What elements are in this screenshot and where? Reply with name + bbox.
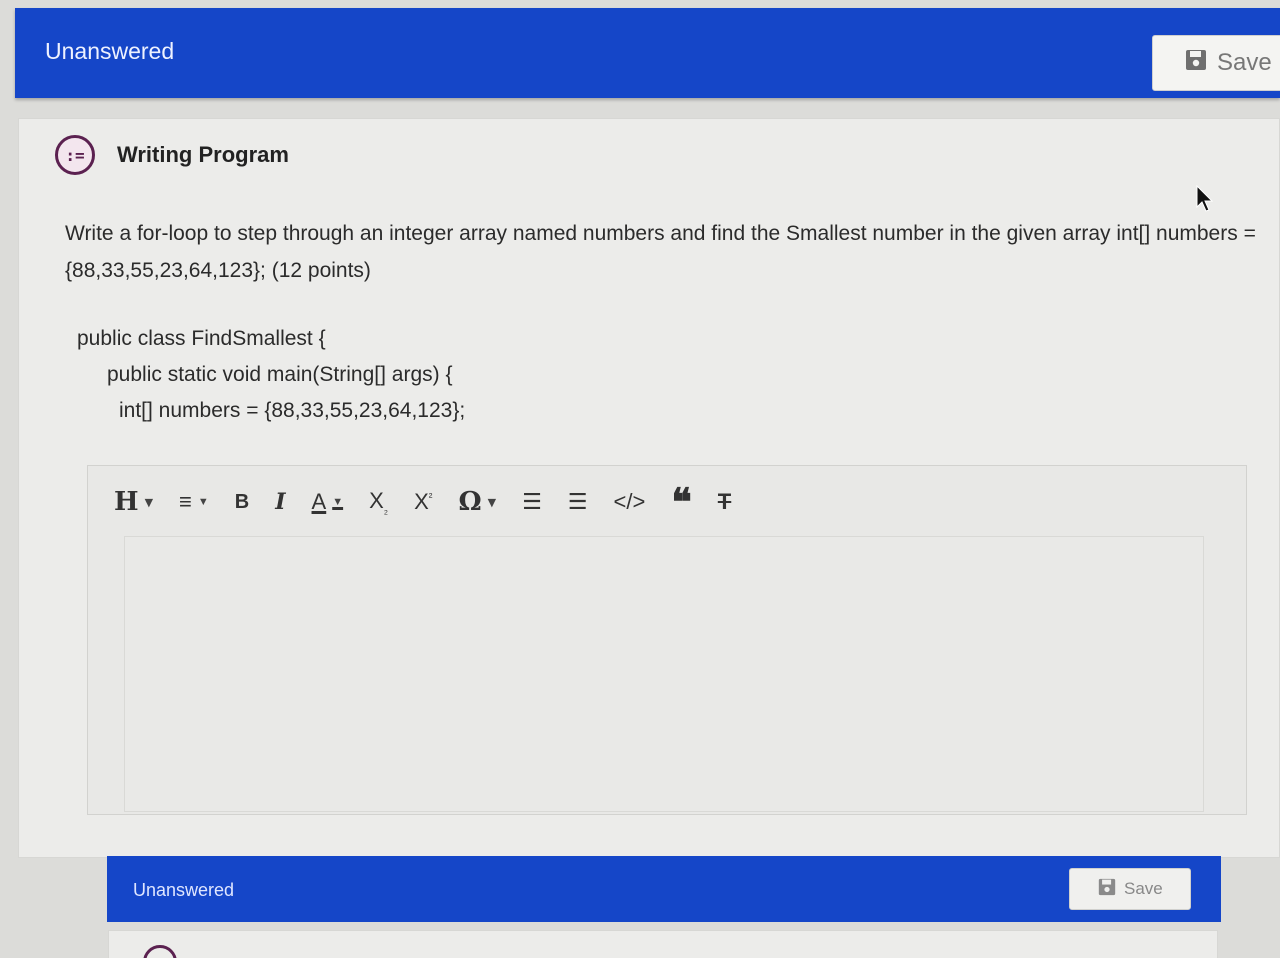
italic-icon: I xyxy=(275,489,286,515)
code-icon: </> xyxy=(613,489,646,514)
status-label: Unanswered xyxy=(45,38,175,64)
code-snippet: public class FindSmallest { public stati… xyxy=(77,321,465,429)
heading-icon: H xyxy=(114,487,139,517)
align-left-icon: ≡ xyxy=(179,489,192,514)
font-color-icon: A xyxy=(311,489,327,514)
chevron-down-icon: ▼ xyxy=(197,496,209,508)
editor-toolbar: H ▼ ≡ ▼ B I A ▼ X₂ X² Ω ▼ ☰ ☰ </> ❝ T xyxy=(114,479,757,524)
rich-text-editor: H ▼ ≡ ▼ B I A ▼ X₂ X² Ω ▼ ☰ ☰ </> ❝ T xyxy=(87,465,1247,815)
question-type-icon xyxy=(143,945,177,958)
bullet-list-button[interactable]: ☰ xyxy=(522,482,542,522)
clear-formatting-icon: T xyxy=(717,489,732,514)
answer-text-area[interactable] xyxy=(124,536,1204,812)
question-card: := Writing Program Write a for-loop to s… xyxy=(18,118,1280,858)
numbered-list-button[interactable]: ☰ xyxy=(568,482,588,522)
clear-formatting-button[interactable]: T xyxy=(718,482,731,522)
align-button[interactable]: ≡ ▼ xyxy=(179,482,209,522)
next-question-card xyxy=(108,930,1218,958)
save-button-label: Save xyxy=(1217,49,1272,76)
code-line: public class FindSmallest { xyxy=(77,327,326,350)
floppy-disk-icon xyxy=(1185,49,1207,78)
superscript-icon: X² xyxy=(414,489,433,514)
code-line: public static void main(String[] args) { xyxy=(107,363,453,386)
mouse-pointer-icon xyxy=(1196,185,1214,212)
status-label: Unanswered xyxy=(133,880,235,900)
save-button[interactable]: Save xyxy=(1069,868,1191,910)
special-character-button[interactable]: Ω ▼ xyxy=(458,482,496,522)
prompt-line: Write a for-loop to step through an inte… xyxy=(65,222,1256,245)
bullet-list-icon: ☰ xyxy=(522,489,542,514)
save-button-label: Save xyxy=(1124,879,1163,898)
question-title: Writing Program xyxy=(117,142,289,167)
subscript-icon: X₂ xyxy=(369,487,389,517)
bold-icon: B xyxy=(234,490,250,513)
floppy-disk-icon xyxy=(1098,878,1116,901)
chevron-down-icon: ▼ xyxy=(332,496,344,508)
prompt-line: {88,33,55,23,64,123}; (12 points) xyxy=(65,259,371,282)
omega-icon: Ω xyxy=(458,487,482,517)
question-header: := Writing Program xyxy=(55,135,289,175)
list-bubble-icon: := xyxy=(55,135,95,175)
heading-button[interactable]: H ▼ xyxy=(114,482,153,522)
bottom-status-bar: Unanswered Save xyxy=(107,856,1221,922)
quote-icon: ❝ xyxy=(671,479,692,524)
numbered-list-icon: ☰ xyxy=(567,489,588,514)
code-button[interactable]: </> xyxy=(614,482,646,522)
save-button[interactable]: Save xyxy=(1152,35,1280,91)
superscript-button[interactable]: X² xyxy=(414,482,432,522)
top-status-bar: Unanswered xyxy=(15,8,1280,98)
question-prompt: Write a for-loop to step through an inte… xyxy=(65,215,1275,289)
subscript-button[interactable]: X₂ xyxy=(369,482,388,522)
blockquote-button[interactable]: ❝ xyxy=(671,479,691,524)
chevron-down-icon: ▼ xyxy=(487,495,497,509)
font-color-button[interactable]: A ▼ xyxy=(312,482,344,522)
bold-button[interactable]: B xyxy=(235,482,249,522)
chevron-down-icon: ▼ xyxy=(144,495,154,509)
code-line: int[] numbers = {88,33,55,23,64,123}; xyxy=(119,399,466,422)
italic-button[interactable]: I xyxy=(275,482,285,522)
